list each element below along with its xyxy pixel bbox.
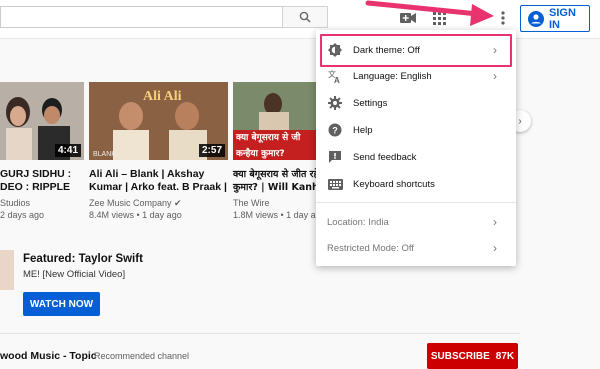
chevron-right-icon: › — [493, 241, 497, 255]
more-options-button[interactable] — [493, 8, 513, 28]
chevron-right-icon: › — [518, 115, 522, 127]
menu-item-label: Restricted Mode: Off — [327, 242, 414, 254]
help-icon: ? — [327, 122, 343, 138]
menu-divider — [316, 202, 516, 203]
svg-text:Ali Ali: Ali Ali — [143, 89, 182, 104]
recommended-label: Recommended channel — [94, 351, 190, 361]
svg-text:BLANK: BLANK — [93, 151, 116, 158]
thumbnail-image: क्या बेगूसराय से जी कन्हैया कुमार? — [233, 82, 325, 160]
menu-item-label: Language: English — [353, 70, 432, 82]
video-duration: 2:57 — [198, 144, 225, 157]
feedback-icon — [327, 149, 343, 165]
svg-text:?: ? — [332, 126, 338, 136]
svg-text:कन्हैया कुमार?: कन्हैया कुमार? — [235, 147, 285, 159]
menu-item-keyboard-shortcuts[interactable]: Keyboard shortcuts — [316, 172, 516, 196]
apps-button[interactable] — [429, 8, 449, 28]
chevron-right-icon: › — [493, 69, 497, 83]
highlight-box — [320, 34, 512, 67]
menu-item-label: Settings — [353, 97, 388, 109]
more-vert-icon — [501, 11, 505, 25]
apps-grid-icon — [432, 11, 446, 25]
menu-item-label: Location: India — [327, 216, 389, 228]
verified-icon: ✔ — [174, 198, 182, 208]
sign-in-label: SIGN IN — [549, 6, 576, 31]
menu-item-location[interactable]: Location: India › — [316, 210, 516, 234]
channel-name[interactable]: wood Music - Topic — [0, 350, 97, 362]
menu-item-feedback[interactable]: Send feedback — [316, 145, 516, 169]
create-video-button[interactable] — [398, 8, 418, 28]
video-thumbnail-2[interactable]: Ali Ali BLANK 2:57 — [89, 82, 228, 160]
section-divider — [0, 333, 520, 334]
translate-icon: 文A — [327, 68, 343, 84]
menu-item-label: Help — [353, 124, 373, 136]
search-icon — [299, 11, 311, 23]
featured-title[interactable]: Featured: Taylor Swift — [23, 253, 143, 265]
subscriber-count: 87K — [495, 350, 515, 362]
subscribe-label: SUBSCRIBE — [430, 350, 490, 362]
sign-in-button[interactable]: SIGN IN — [520, 5, 590, 32]
video-meta-3: The Wire 1.8M views • 1 day ago — [233, 198, 326, 220]
menu-item-label: Keyboard shortcuts — [353, 178, 435, 190]
video-camera-icon — [400, 13, 416, 23]
menu-item-help[interactable]: ? Help — [316, 118, 516, 142]
chevron-right-icon: › — [493, 215, 497, 229]
video-meta-2: Zee Music Company ✔ 8.4M views • 1 day a… — [89, 198, 182, 220]
gear-icon — [327, 95, 343, 111]
account-icon — [528, 10, 544, 27]
subscribe-button[interactable]: SUBSCRIBE 87K — [427, 343, 518, 369]
svg-text:A: A — [334, 76, 340, 83]
keyboard-icon — [327, 176, 343, 192]
menu-item-label: Send feedback — [353, 151, 417, 163]
search-button[interactable] — [282, 6, 328, 28]
video-meta-1: Studios 2 days ago — [0, 198, 45, 220]
video-title-2[interactable]: Ali Ali – Blank | Akshay Kumar | Arko fea… — [89, 168, 227, 194]
menu-item-settings[interactable]: Settings — [316, 91, 516, 115]
featured-thumbnail[interactable] — [0, 250, 14, 290]
menu-item-language[interactable]: 文A Language: English › — [316, 64, 516, 88]
watch-now-button[interactable]: WATCH NOW — [23, 292, 100, 316]
video-thumbnail-1[interactable]: 4:41 — [0, 82, 84, 160]
video-duration: 4:41 — [54, 144, 81, 157]
menu-item-restricted-mode[interactable]: Restricted Mode: Off › — [316, 236, 516, 260]
featured-subtitle[interactable]: ME! [New Official Video] — [23, 269, 125, 280]
search-input[interactable] — [0, 6, 282, 28]
video-title-1[interactable]: GURJ SIDHU : DEO : RIPPLE — [0, 168, 71, 194]
video-thumbnail-3[interactable]: क्या बेगूसराय से जी कन्हैया कुमार? — [233, 82, 325, 160]
svg-text:क्या बेगूसराय से जी: क्या बेगूसराय से जी — [235, 131, 301, 143]
